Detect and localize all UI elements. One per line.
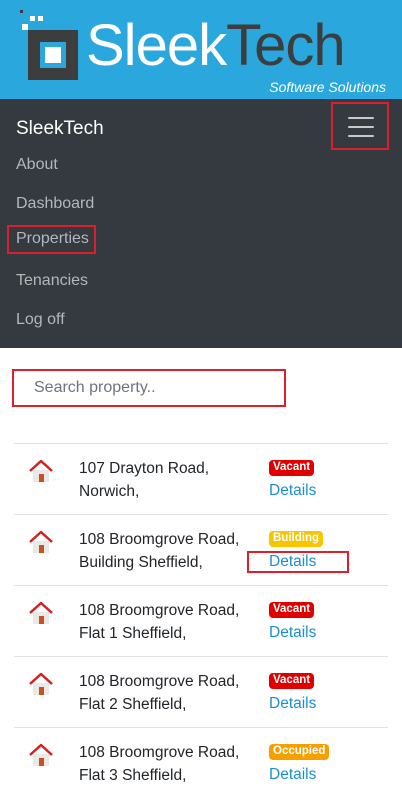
address-line-1: 108 Broomgrove Road, (79, 531, 240, 548)
logo-word-dark: Tech (226, 13, 346, 78)
status-badge: Vacant (269, 460, 315, 476)
property-address: 107 Drayton Road, Norwich, (79, 457, 269, 503)
logo-tagline: Software Solutions (269, 79, 386, 95)
list-item: 108 Broomgrove Road, Building Sheffield,… (14, 514, 388, 585)
details-link[interactable]: Details (269, 482, 316, 500)
status-badge: Vacant (269, 673, 315, 689)
list-item: 108 Broomgrove Road, Flat 1 Sheffield, V… (14, 585, 388, 656)
details-link[interactable]: Details (247, 551, 349, 573)
list-item: 107 Drayton Road, Norwich, Vacant Detail… (14, 443, 388, 514)
address-line-1: 107 Drayton Road, (79, 460, 210, 477)
house-icon (29, 601, 53, 624)
property-address: 108 Broomgrove Road, Building Sheffield, (79, 528, 269, 574)
navbar-toggler-button[interactable] (331, 102, 389, 150)
property-address: 108 Broomgrove Road, Flat 1 Sheffield, (79, 599, 269, 645)
house-icon (29, 672, 53, 695)
property-address: 108 Broomgrove Road, Flat 3 Sheffield, (79, 741, 269, 787)
address-line-2: Norwich, (79, 483, 140, 500)
property-address: 108 Broomgrove Road, Flat 2 Sheffield, (79, 670, 269, 716)
nav-item-tenancies[interactable]: Tenancies (16, 272, 88, 290)
search-input[interactable] (12, 369, 286, 407)
address-line-1: 108 Broomgrove Road, (79, 744, 240, 761)
property-list: 107 Drayton Road, Norwich, Vacant Detail… (14, 443, 388, 789)
house-icon (29, 530, 53, 553)
address-line-2: Flat 2 Sheffield, (79, 696, 187, 713)
hamburger-icon (348, 117, 374, 137)
nav-item-dashboard[interactable]: Dashboard (16, 195, 94, 213)
logo-word-light: Sleek (86, 13, 227, 78)
details-link[interactable]: Details (269, 695, 316, 713)
nav-item-log-off[interactable]: Log off (16, 311, 65, 329)
address-line-2: Flat 1 Sheffield, (79, 625, 187, 642)
status-badge: Building (269, 531, 323, 547)
nav-item-about[interactable]: About (16, 156, 58, 174)
house-icon (29, 743, 53, 766)
logo-icon (20, 10, 78, 80)
status-badge: Occupied (269, 744, 330, 760)
address-line-2: Building Sheffield, (79, 554, 203, 571)
list-item: 108 Broomgrove Road, Flat 3 Sheffield, O… (14, 727, 388, 789)
logo-wordmark: SleekTech (86, 13, 346, 78)
address-line-2: Flat 3 Sheffield, (79, 767, 187, 784)
house-icon (29, 459, 53, 482)
navbar-brand[interactable]: SleekTech (16, 118, 104, 140)
address-line-1: 108 Broomgrove Road, (79, 673, 240, 690)
address-line-1: 108 Broomgrove Road, (79, 602, 240, 619)
nav-item-properties[interactable]: Properties (7, 225, 96, 254)
details-link[interactable]: Details (269, 766, 316, 784)
brand-banner: SleekTech Software Solutions (0, 0, 402, 99)
list-item: 108 Broomgrove Road, Flat 2 Sheffield, V… (14, 656, 388, 727)
details-link[interactable]: Details (269, 624, 316, 642)
status-badge: Vacant (269, 602, 315, 618)
